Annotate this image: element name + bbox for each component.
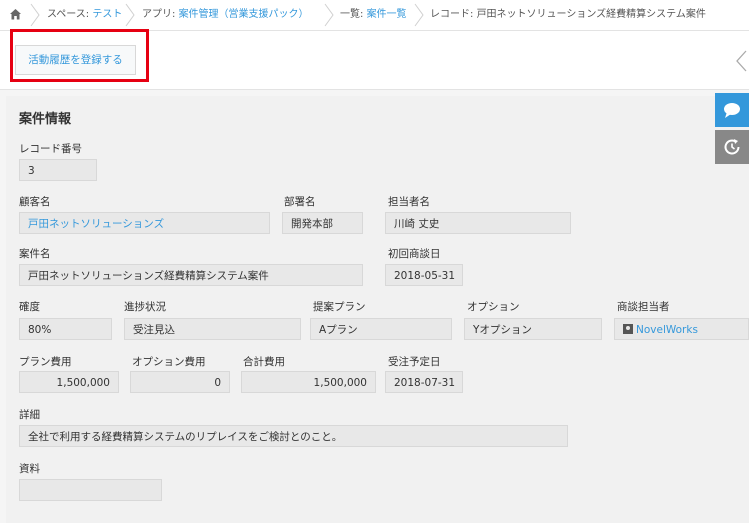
project-value: 戸田ネットソリューションズ経費精算システム案件 bbox=[19, 264, 363, 286]
option-value: Yオプション bbox=[464, 318, 602, 340]
breadcrumb-record-name: 戸田ネットソリューションズ経費精算システム案件 bbox=[476, 9, 706, 20]
sales-rep-name[interactable]: NovelWorks bbox=[636, 324, 698, 336]
highlight-frame bbox=[10, 29, 149, 82]
plan-label: 提案プラン bbox=[313, 301, 366, 313]
department-label: 部署名 bbox=[284, 196, 316, 208]
certainty-label: 確度 bbox=[19, 301, 40, 313]
record-no-label: レコード番号 bbox=[19, 143, 82, 155]
chevron-separator-icon bbox=[125, 3, 135, 27]
details-value: 全社で利用する経費精算システムのリプレイスをご検討とのこと。 bbox=[19, 425, 568, 447]
progress-label: 進捗状況 bbox=[124, 301, 166, 313]
option-cost-label: オプション費用 bbox=[132, 356, 206, 368]
order-date-label: 受注予定日 bbox=[388, 356, 441, 368]
total-cost-value: 1,500,000 bbox=[241, 371, 376, 393]
user-icon bbox=[623, 324, 633, 334]
option-label: オプション bbox=[467, 301, 520, 313]
chevron-separator-icon bbox=[414, 3, 424, 27]
sales-rep-value[interactable]: NovelWorks bbox=[614, 318, 749, 340]
contact-value: 川崎 丈史 bbox=[385, 212, 571, 234]
breadcrumb-app: アプリ: 案件管理（営業支援パック） bbox=[142, 9, 309, 20]
plan-value: Aプラン bbox=[310, 318, 452, 340]
breadcrumb-app-link[interactable]: 案件管理（営業支援パック） bbox=[179, 9, 309, 20]
contact-label: 担当者名 bbox=[388, 196, 430, 208]
first-meeting-label: 初回商談日 bbox=[388, 248, 441, 260]
department-value: 開発本部 bbox=[282, 212, 363, 234]
breadcrumb-space: スペース: テスト bbox=[47, 9, 123, 20]
breadcrumb-space-link[interactable]: テスト bbox=[92, 9, 122, 20]
chevron-separator-icon bbox=[324, 3, 334, 27]
breadcrumb-list-link[interactable]: 案件一覧 bbox=[367, 9, 407, 20]
certainty-value: 80% bbox=[19, 318, 112, 340]
details-label: 詳細 bbox=[19, 409, 40, 421]
plan-cost-label: プラン費用 bbox=[19, 356, 72, 368]
plan-cost-value: 1,500,000 bbox=[19, 371, 119, 393]
materials-label: 資料 bbox=[19, 463, 40, 475]
customer-value[interactable]: 戸田ネットソリューションズ bbox=[19, 212, 270, 234]
section-title: 案件情報 bbox=[19, 112, 72, 127]
breadcrumb-list: 一覧: 案件一覧 bbox=[340, 9, 407, 20]
sales-rep-label: 商談担当者 bbox=[617, 301, 670, 313]
materials-value bbox=[19, 479, 162, 501]
history-tab[interactable] bbox=[715, 130, 749, 164]
project-label: 案件名 bbox=[19, 248, 51, 260]
chevron-left-icon[interactable] bbox=[735, 50, 747, 72]
breadcrumb: スペース: テスト アプリ: 案件管理（営業支援パック） 一覧: 案件一覧 レコ… bbox=[0, 0, 749, 31]
first-meeting-value: 2018-05-31 bbox=[385, 264, 463, 286]
chevron-separator-icon bbox=[30, 3, 40, 27]
customer-label: 顧客名 bbox=[19, 196, 51, 208]
total-cost-label: 合計費用 bbox=[243, 356, 285, 368]
breadcrumb-record: レコード: 戸田ネットソリューションズ経費精算システム案件 bbox=[430, 9, 706, 20]
record-no-value: 3 bbox=[19, 159, 97, 181]
comment-tab[interactable] bbox=[715, 93, 749, 127]
comment-icon bbox=[724, 103, 740, 118]
order-date-value: 2018-07-31 bbox=[385, 371, 463, 393]
home-icon[interactable] bbox=[9, 8, 22, 21]
history-icon bbox=[724, 139, 740, 155]
progress-value: 受注見込 bbox=[124, 318, 301, 340]
option-cost-value: 0 bbox=[130, 371, 230, 393]
